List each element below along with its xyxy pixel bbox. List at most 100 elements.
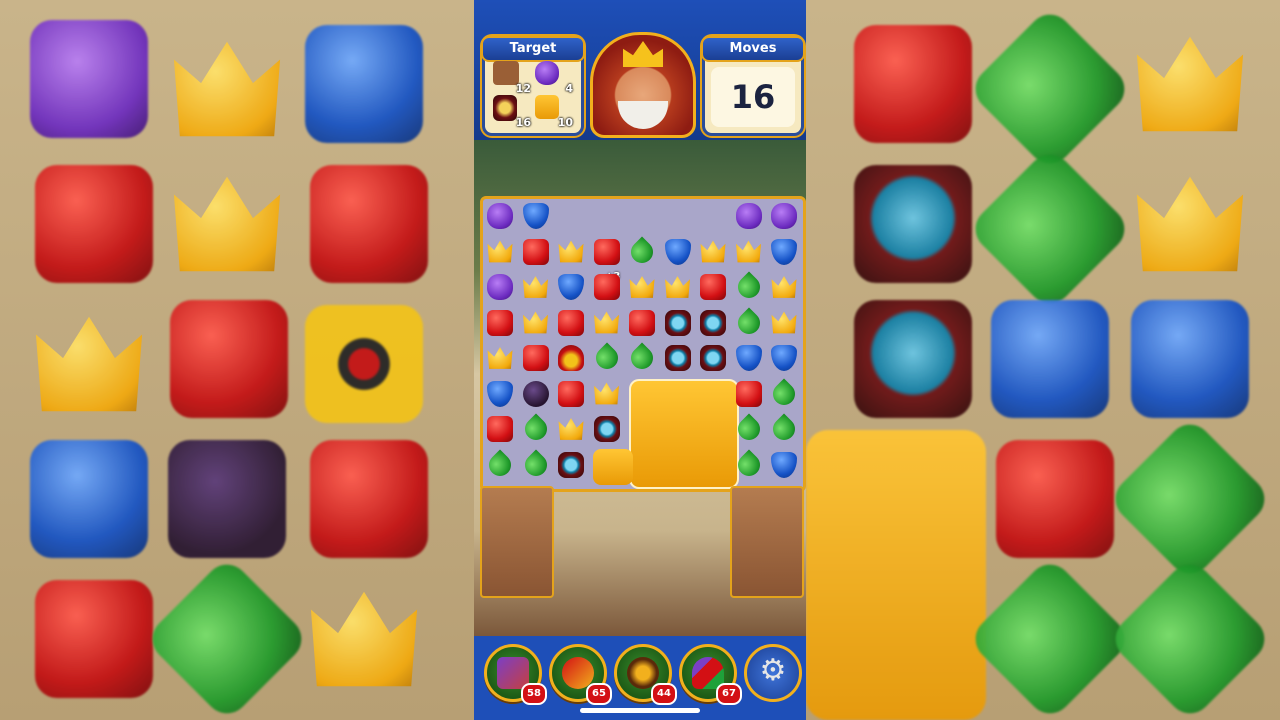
board-cell[interactable] (556, 379, 586, 409)
shield-gem-icon (664, 238, 691, 265)
board-cell[interactable] (521, 201, 551, 231)
booster-count: 65 (586, 683, 612, 705)
cannon-booster-button[interactable]: 44 (614, 644, 677, 705)
blurred-crown-icon (173, 176, 281, 272)
blurred-lantern-icon (854, 300, 972, 418)
board-cell[interactable] (519, 413, 552, 445)
board-cell[interactable] (592, 414, 622, 444)
leaf-gem-icon (732, 448, 765, 481)
crown-gem-icon (736, 240, 761, 263)
board-cell[interactable] (626, 342, 658, 374)
lantern-gem-icon (664, 309, 691, 336)
board-cell[interactable] (485, 237, 515, 267)
target-title: Target (481, 36, 585, 62)
board-cell[interactable] (592, 272, 622, 302)
blurred-bomb-icon (168, 440, 286, 558)
blurred-crown-icon (1136, 36, 1244, 132)
board-cell[interactable] (769, 450, 799, 480)
board-cell[interactable] (663, 343, 693, 373)
board-cell[interactable] (732, 306, 765, 339)
lantern-gem-icon (700, 345, 726, 371)
board-cell[interactable] (485, 414, 515, 444)
home-indicator[interactable] (580, 708, 700, 713)
board-cell[interactable] (592, 308, 622, 338)
board-cell[interactable] (556, 343, 586, 373)
board-cell[interactable] (590, 342, 623, 374)
board-cell[interactable] (521, 379, 551, 409)
board-cell[interactable] (698, 272, 728, 302)
shield-gem-icon (735, 345, 762, 371)
board-cell[interactable] (484, 448, 516, 481)
board-cell[interactable] (769, 343, 799, 373)
game-board[interactable]: +3 (480, 196, 806, 492)
board-cell[interactable] (556, 308, 586, 338)
board-cell[interactable] (627, 272, 657, 302)
blurred-crown-icon (1136, 176, 1244, 272)
board-cell[interactable] (663, 308, 693, 338)
bomb-gem-icon (522, 380, 549, 407)
board-cell[interactable] (734, 379, 764, 409)
jester-hat-booster-button[interactable]: 67 (679, 644, 742, 705)
blurred-leaf-icon (1106, 555, 1274, 720)
orange-block-obstacle (593, 449, 633, 485)
board-cell[interactable] (769, 201, 799, 231)
board-cell[interactable] (592, 379, 622, 409)
purple-frog-icon: 4 (535, 61, 573, 95)
board-cell[interactable] (521, 237, 551, 267)
board-cell[interactable] (592, 237, 622, 267)
board-cell[interactable] (626, 235, 658, 268)
board-cell[interactable] (769, 308, 799, 338)
board-cell[interactable] (485, 272, 515, 302)
crown-gem-icon (594, 382, 619, 405)
board-cell[interactable] (768, 413, 800, 445)
lantern-icon: 16 (493, 95, 531, 129)
target-panel: Target 12 4 16 10 (481, 36, 585, 136)
board-cell[interactable] (521, 343, 551, 373)
red-gem-icon (487, 309, 513, 336)
board-cell[interactable] (663, 237, 693, 267)
red-gem-icon (522, 238, 549, 265)
blurred-lantern-icon (854, 165, 972, 283)
board-cell[interactable] (768, 377, 800, 410)
blurred-shield-icon (30, 440, 148, 558)
board-cell[interactable] (734, 237, 764, 267)
board-cell[interactable] (698, 237, 728, 267)
orange-block-icon: 10 (535, 95, 573, 129)
board-cell[interactable] (732, 448, 765, 481)
board-cell[interactable] (734, 201, 764, 231)
settings-button[interactable]: ⚙ (744, 644, 802, 702)
crown-gem-icon (487, 240, 513, 263)
board-cell[interactable] (698, 308, 728, 338)
board-cell[interactable] (556, 237, 586, 267)
board-cell[interactable] (732, 413, 765, 445)
arrow-booster-button[interactable]: 65 (549, 644, 612, 705)
board-cell[interactable] (485, 201, 515, 231)
board-cell[interactable] (663, 272, 693, 302)
board-cell[interactable] (627, 308, 657, 338)
blurred-red-block-icon (35, 580, 153, 698)
board-cell[interactable] (769, 272, 799, 302)
board-cell[interactable] (485, 308, 515, 338)
purple-gem-icon (771, 203, 797, 229)
lantern-gem-icon (664, 345, 691, 371)
board-cell[interactable] (485, 343, 515, 373)
blurred-crown-icon (35, 316, 143, 412)
red-gem-icon (593, 238, 620, 265)
crown-gem-icon (558, 240, 584, 263)
board-cell[interactable] (556, 450, 586, 480)
board-cell[interactable] (769, 237, 799, 267)
shield-gem-icon (487, 380, 513, 407)
board-cell[interactable] (556, 272, 586, 302)
board-cell[interactable] (485, 379, 515, 409)
board-cell[interactable] (734, 343, 764, 373)
board-cell[interactable] (732, 271, 765, 303)
blurred-propeller-icon (305, 305, 423, 423)
booster-count: 67 (716, 683, 742, 705)
board-cell[interactable] (521, 272, 551, 302)
board-cell[interactable] (556, 414, 586, 444)
board-cell[interactable] (519, 448, 552, 481)
board-cell[interactable] (521, 308, 551, 338)
board-cell[interactable] (698, 343, 728, 373)
hammer-booster-button[interactable]: 58 (484, 644, 547, 705)
leaf-gem-icon (732, 271, 765, 303)
